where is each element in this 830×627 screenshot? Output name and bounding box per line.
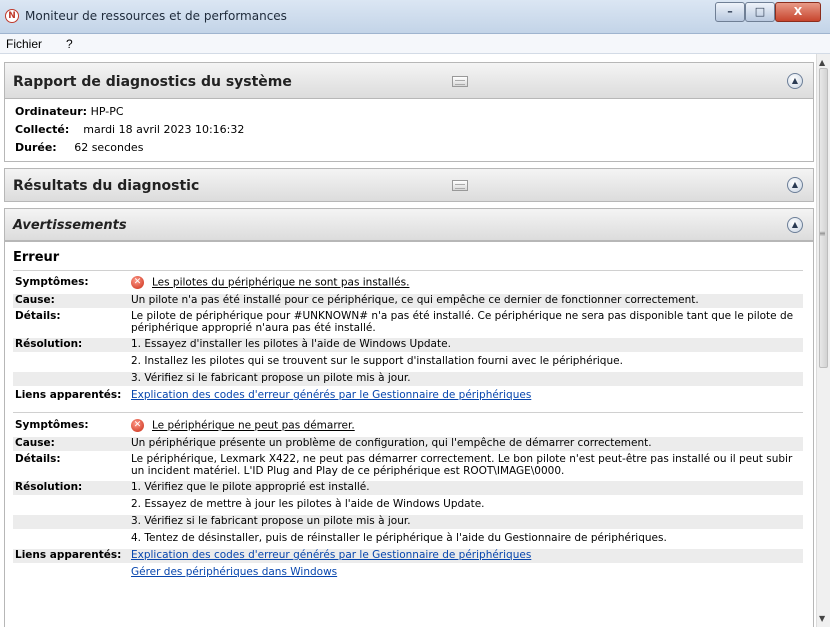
resolution-row: 2. Essayez de mettre à jour les pilotes … — [13, 498, 803, 512]
resolution-step: 2. Installez les pilotes qui se trouvent… — [131, 355, 623, 367]
cause-label: Cause: — [15, 437, 55, 449]
close-button[interactable]: X — [775, 2, 821, 22]
scroll-up-arrow-icon[interactable]: ▲ — [819, 58, 825, 67]
table-view-icon[interactable] — [452, 76, 468, 87]
resolution-step: 2. Essayez de mettre à jour les pilotes … — [131, 498, 485, 510]
resolution-step: 1. Essayez d'installer les pilotes à l'a… — [131, 338, 451, 350]
resolution-label: Résolution: — [15, 338, 83, 350]
duration-value: 62 secondes — [74, 141, 144, 154]
report-info: Ordinateur: HP-PC Collecté: mardi 18 avr… — [4, 99, 814, 162]
vertical-scrollbar[interactable]: ▲ ≡ ▼ — [816, 54, 830, 627]
menu-help[interactable]: ? — [66, 37, 73, 51]
resource-monitor-icon: N — [5, 9, 19, 23]
cause-row: Cause: Un périphérique présente un probl… — [13, 437, 803, 451]
symptom-text[interactable]: Le périphérique ne peut pas démarrer. — [152, 420, 355, 432]
links-row: Liens apparentés: Explication des codes … — [13, 389, 803, 403]
resolution-step: 3. Vérifiez si le fabricant propose un p… — [131, 372, 411, 384]
divider — [13, 270, 803, 271]
resolution-step: 4. Tentez de désinstaller, puis de réins… — [131, 532, 667, 544]
window-title: Moniteur de ressources et de performance… — [25, 9, 287, 23]
cause-text: Un pilote n'a pas été installé pour ce p… — [131, 294, 699, 306]
symptom-text[interactable]: Les pilotes du périphérique ne sont pas … — [152, 277, 409, 289]
scroll-grip-icon: ≡ — [819, 229, 826, 238]
symptoms-row: Symptômes: ✕ Les pilotes du périphérique … — [13, 276, 803, 290]
section-report-header[interactable]: Rapport de diagnostics du système ▲ — [4, 62, 814, 99]
section-warnings-title: Avertissements — [13, 218, 127, 233]
collected-value: mardi 18 avril 2023 10:16:32 — [83, 123, 245, 136]
details-label: Détails: — [15, 453, 61, 465]
collected-label: Collecté: — [15, 123, 70, 136]
error-section: Erreur Symptômes: ✕ Les pilotes du périph… — [4, 241, 814, 627]
details-label: Détails: — [15, 310, 61, 322]
report-content: Rapport de diagnostics du système ▲ Ordi… — [0, 54, 816, 627]
related-link[interactable]: Explication des codes d'erreur générés p… — [131, 389, 801, 401]
resolution-row: 3. Vérifiez si le fabricant propose un p… — [13, 515, 803, 529]
links-row: Liens apparentés: Explication des codes … — [13, 549, 803, 563]
minimize-button[interactable]: – — [715, 2, 745, 22]
error-title: Erreur — [13, 250, 60, 265]
related-link[interactable]: Explication des codes d'erreur générés p… — [131, 549, 801, 561]
collapse-warnings-icon[interactable]: ▲ — [787, 217, 803, 233]
resolution-row: 3. Vérifiez si le fabricant propose un p… — [13, 372, 803, 386]
resolution-row: 2. Installez les pilotes qui se trouvent… — [13, 355, 803, 369]
links-label: Liens apparentés: — [15, 389, 122, 401]
cause-row: Cause: Un pilote n'a pas été installé po… — [13, 294, 803, 308]
resolution-row: 4. Tentez de désinstaller, puis de réins… — [13, 532, 803, 546]
symptoms-row: Symptômes: ✕ Le périphérique ne peut pas … — [13, 419, 803, 433]
links-row: Gérer des périphériques dans Windows — [13, 566, 803, 580]
resolution-row: Résolution: 1. Vérifiez que le pilote ap… — [13, 481, 803, 495]
section-results-title: Résultats du diagnostic — [13, 178, 200, 194]
collapse-report-icon[interactable]: ▲ — [787, 73, 803, 89]
resolution-step: 1. Vérifiez que le pilote approprié est … — [131, 481, 370, 493]
related-link[interactable]: Gérer des périphériques dans Windows — [131, 566, 801, 578]
cause-label: Cause: — [15, 294, 55, 306]
details-text: Le pilote de périphérique pour #UNKNOWN#… — [131, 310, 794, 334]
menu-bar: Fichier ? — [0, 34, 830, 54]
computer-value: HP-PC — [90, 105, 124, 118]
details-text: Le périphérique, Lexmark X422, ne peut p… — [131, 453, 793, 477]
divider — [13, 412, 803, 413]
resolution-label: Résolution: — [15, 481, 83, 493]
error-x-icon: ✕ — [131, 419, 144, 432]
menu-file[interactable]: Fichier — [6, 37, 42, 51]
computer-label: Ordinateur: — [15, 105, 88, 118]
section-report-title: Rapport de diagnostics du système — [13, 74, 292, 90]
table-view-icon[interactable] — [452, 180, 468, 191]
symptoms-label: Symptômes: — [15, 276, 89, 288]
details-row: Détails: Le pilote de périphérique pour … — [13, 310, 803, 336]
section-warnings-header[interactable]: Avertissements ▲ — [4, 208, 814, 241]
section-results-header[interactable]: Résultats du diagnostic ▲ — [4, 168, 814, 202]
details-row: Détails: Le périphérique, Lexmark X422, … — [13, 453, 803, 479]
links-label: Liens apparentés: — [15, 549, 122, 561]
scroll-thumb[interactable] — [819, 68, 828, 368]
duration-label: Durée: — [15, 141, 57, 154]
resolution-row: Résolution: 1. Essayez d'installer les p… — [13, 338, 803, 352]
maximize-button[interactable]: □ — [745, 2, 775, 22]
title-bar[interactable]: N Moniteur de ressources et de performan… — [0, 0, 830, 34]
collapse-results-icon[interactable]: ▲ — [787, 177, 803, 193]
scroll-down-arrow-icon[interactable]: ▼ — [819, 614, 825, 623]
resolution-step: 3. Vérifiez si le fabricant propose un p… — [131, 515, 411, 527]
symptoms-label: Symptômes: — [15, 419, 89, 431]
error-x-icon: ✕ — [131, 276, 144, 289]
cause-text: Un périphérique présente un problème de … — [131, 437, 652, 449]
